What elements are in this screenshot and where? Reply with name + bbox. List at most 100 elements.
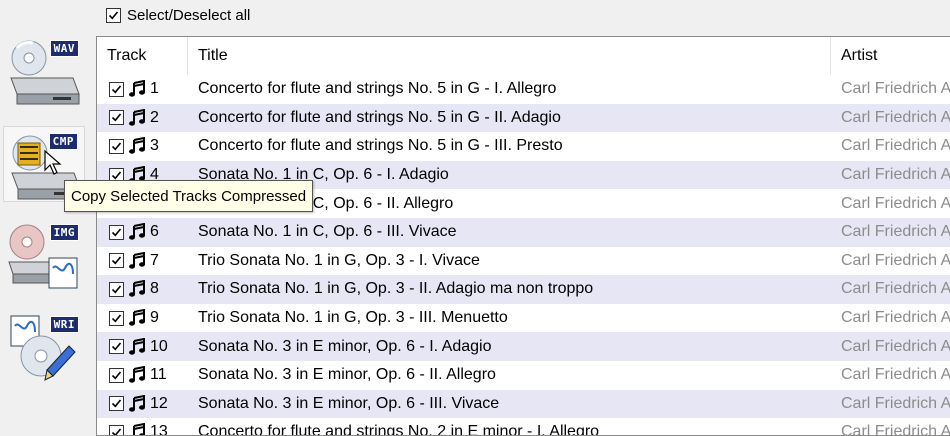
music-note-icon [128,80,146,98]
table-row[interactable]: 1 Concerto for flute and strings No. 5 i… [97,75,950,104]
track-number: 8 [150,280,159,298]
checkmark-icon [111,284,122,295]
track-artist: Carl Friedrich A [841,418,950,436]
checkmark-icon [111,370,122,381]
music-note-icon [128,366,146,384]
track-number: 1 [150,80,159,98]
select-all-checkbox[interactable] [106,8,121,23]
track-cell: 13 [109,418,189,436]
track-number: 11 [150,366,167,384]
track-title: Sonata No. 1 in C, Op. 6 - III. Vivace [198,218,457,247]
copy-wav-button[interactable]: WAV [3,34,85,110]
track-title: Trio Sonata No. 1 in G, Op. 3 - II. Adag… [198,275,593,304]
table-row[interactable]: 9 Trio Sonata No. 1 in G, Op. 3 - III. M… [97,304,950,333]
checkmark-icon [111,427,122,436]
cmp-badge: CMP [49,133,78,150]
checkmark-icon [111,84,122,95]
checkmark-icon [111,398,122,409]
music-note-icon [128,109,146,127]
action-sidebar: WAV CMP IMG [0,32,92,432]
track-number: 6 [150,223,159,241]
checkmark-icon [111,112,122,123]
table-row[interactable]: 12 Sonata No. 3 in E minor, Op. 6 - III.… [97,390,950,419]
checkmark-icon [111,313,122,324]
table-row[interactable]: 7 Trio Sonata No. 1 in G, Op. 3 - I. Viv… [97,247,950,276]
checkmark-icon [111,341,122,352]
select-all-label[interactable]: Select/Deselect all [127,7,250,24]
track-cell: 2 [109,104,189,133]
column-header-track[interactable]: Track [97,37,188,75]
track-checkbox[interactable] [109,368,124,383]
track-list[interactable]: Track Title Artist 1 Concerto for flute … [96,36,950,436]
track-artist: Carl Friedrich A [841,332,950,361]
track-artist: Carl Friedrich A [841,104,950,133]
track-number: 3 [150,137,159,155]
track-artist: Carl Friedrich A [841,390,950,419]
track-checkbox[interactable] [109,311,124,326]
track-cell: 8 [109,275,189,304]
track-title: Concerto for flute and strings No. 5 in … [198,132,563,161]
table-row[interactable]: 11 Sonata No. 3 in E minor, Op. 6 - II. … [97,361,950,390]
track-checkbox[interactable] [109,82,124,97]
track-artist: Carl Friedrich A [841,304,950,333]
track-checkbox[interactable] [109,225,124,240]
track-checkbox[interactable] [109,339,124,354]
track-number: 2 [150,109,159,127]
wri-badge: WRI [50,316,79,333]
mouse-cursor-icon [44,150,64,176]
table-row[interactable]: 10 Sonata No. 3 in E minor, Op. 6 - I. A… [97,332,950,361]
track-cell: 1 [109,75,189,104]
music-note-icon [128,223,146,241]
track-cell: 10 [109,332,189,361]
tooltip: Copy Selected Tracks Compressed [64,180,313,212]
checkmark-icon [111,170,122,181]
select-all-row[interactable]: Select/Deselect all [106,4,250,26]
create-image-button[interactable]: IMG [3,218,85,294]
wav-badge: WAV [50,40,79,57]
track-cell: 11 [109,361,189,390]
track-checkbox[interactable] [109,110,124,125]
music-note-icon [128,309,146,327]
track-number: 12 [150,395,168,413]
track-checkbox[interactable] [109,396,124,411]
track-cell: 12 [109,390,189,419]
track-title: Concerto for flute and strings No. 5 in … [198,75,556,104]
checkmark-icon [111,227,122,238]
music-note-icon [128,338,146,356]
table-row[interactable]: 8 Trio Sonata No. 1 in G, Op. 3 - II. Ad… [97,275,950,304]
music-note-icon [128,423,146,436]
track-number: 7 [150,252,159,270]
track-artist: Carl Friedrich A [841,247,950,276]
table-row[interactable]: 6 Sonata No. 1 in C, Op. 6 - III. Vivace… [97,218,950,247]
music-note-icon [128,395,146,413]
music-note-icon [128,252,146,270]
track-artist: Carl Friedrich A [841,132,950,161]
write-disc-button[interactable]: WRI [3,310,85,386]
track-cell: 3 [109,132,189,161]
track-artist: Carl Friedrich A [841,275,950,304]
track-title: Concerto for flute and strings No. 5 in … [198,104,561,133]
track-number: 13 [150,423,168,436]
track-checkbox[interactable] [109,282,124,297]
checkmark-icon [111,141,122,152]
table-row[interactable]: 13 Concerto for flute and strings No. 2 … [97,418,950,436]
track-artist: Carl Friedrich A [841,75,950,104]
track-number: 10 [150,338,168,356]
track-title: Sonata No. 3 in E minor, Op. 6 - II. All… [198,361,496,390]
checkmark-icon [108,10,119,21]
table-row[interactable]: 2 Concerto for flute and strings No. 5 i… [97,104,950,133]
table-row[interactable]: 3 Concerto for flute and strings No. 5 i… [97,132,950,161]
track-cell: 9 [109,304,189,333]
track-artist: Carl Friedrich A [841,161,950,190]
track-checkbox[interactable] [109,425,124,436]
column-header-artist[interactable]: Artist [831,37,950,75]
column-header-title[interactable]: Title [188,37,831,75]
track-cell: 6 [109,218,189,247]
track-title: Sonata No. 3 in E minor, Op. 6 - I. Adag… [198,332,492,361]
track-checkbox[interactable] [109,253,124,268]
img-badge: IMG [50,224,79,241]
track-artist: Carl Friedrich A [841,218,950,247]
track-rows: 1 Concerto for flute and strings No. 5 i… [97,75,950,436]
track-checkbox[interactable] [109,139,124,154]
checkmark-icon [111,255,122,266]
